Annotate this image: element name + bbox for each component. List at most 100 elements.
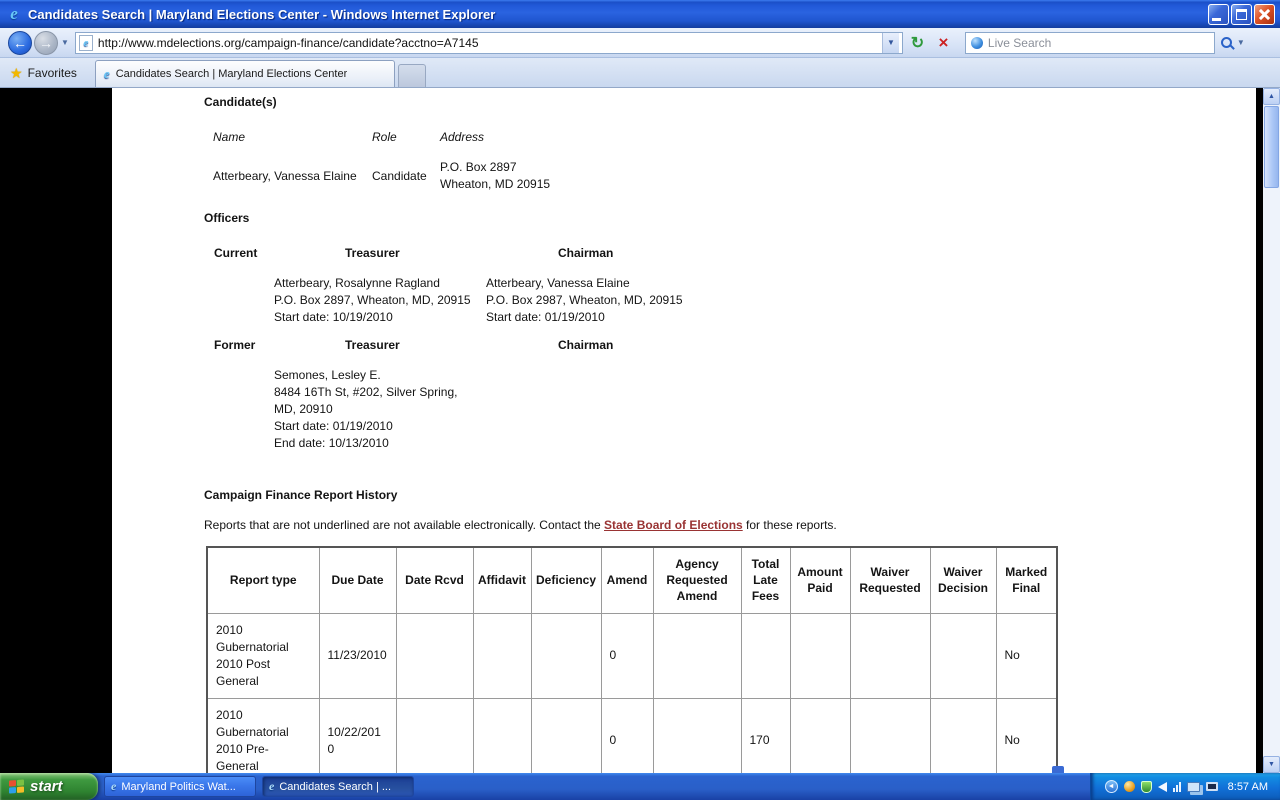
cell-deficiency (530, 612, 602, 699)
column-header-name: Name (213, 130, 246, 144)
report-history-table: Report type Due Date Date Rcvd Affidavit… (206, 546, 1058, 773)
title-bar: e Candidates Search | Maryland Elections… (0, 0, 1280, 28)
display-tray-icon[interactable] (1205, 782, 1218, 791)
chairman-label: Chairman (558, 246, 614, 260)
minimize-button[interactable] (1208, 3, 1229, 25)
former-treasurer-start-date: Start date: 01/19/2010 (274, 419, 393, 433)
candidate-address-line2: Wheaton, MD 20915 (440, 177, 551, 191)
cell-amend: 0 (600, 697, 654, 773)
col-marked-final: Marked Final (995, 546, 1058, 614)
officers-former-header-row: Former Treasurer Chairman (204, 338, 1256, 353)
minimize-icon (1212, 17, 1221, 21)
search-go-button[interactable]: ▼ (1220, 37, 1245, 48)
security-tray-icon[interactable] (1140, 780, 1152, 793)
current-treasurer-start-date: Start date: 10/19/2010 (274, 310, 393, 324)
stop-button[interactable]: × (932, 31, 955, 54)
cell-waiver-requested (849, 697, 931, 773)
system-tray: ◄ 8:57 AM (1089, 773, 1280, 800)
scrollbar-thumb[interactable] (1264, 106, 1279, 188)
tab-bar: ★ Favorites e Candidates Search | Maryla… (0, 58, 1280, 88)
search-input[interactable] (987, 33, 1209, 52)
cell-due-date: 10/22/2010 (318, 697, 397, 773)
taskbar-item-maryland-politics[interactable]: e Maryland Politics Wat... (104, 776, 256, 797)
vertical-scrollbar[interactable]: ▲ ▼ (1263, 88, 1280, 773)
cell-agency-requested-amend (652, 612, 742, 699)
col-waiver-requested: Waiver Requested (849, 546, 931, 614)
page-viewport: Candidate(s) Name Role Address Atterbear… (0, 88, 1280, 773)
officers-current-row: Atterbeary, Rosalynne Ragland P.O. Box 2… (204, 275, 1256, 326)
url-input[interactable] (97, 33, 882, 52)
maximize-button[interactable] (1231, 3, 1252, 25)
network-tray-icon[interactable] (1186, 781, 1200, 792)
tab-candidates-search[interactable]: e Candidates Search | Maryland Elections… (94, 60, 395, 87)
officers-heading: Officers (204, 211, 250, 225)
cell-report-type: 2010 Gubernatorial 2010 Post General (206, 612, 320, 699)
task-label: Maryland Politics Wat... (121, 780, 236, 793)
tab-favicon: e (103, 66, 110, 81)
address-dropdown-button[interactable]: ▼ (881, 32, 899, 53)
report-history-note: Reports that are not underlined are not … (204, 517, 1256, 534)
scroll-down-button[interactable]: ▼ (1263, 756, 1280, 773)
favorites-star-icon: ★ (10, 64, 23, 81)
officers-current-header-row: Current Treasurer Chairman (204, 246, 1256, 261)
volume-tray-icon[interactable] (1157, 781, 1167, 792)
ie-logo-glyph: e (10, 4, 18, 23)
column-header-role: Role (372, 130, 397, 144)
start-button[interactable]: start (0, 773, 98, 800)
back-button[interactable]: ← (8, 30, 32, 55)
cell-due-date: 11/23/2010 (318, 612, 397, 699)
favorites-button[interactable]: ★ Favorites (6, 60, 85, 86)
cell-total-late-fees (740, 612, 791, 699)
treasurer-label: Treasurer (345, 246, 400, 260)
current-treasurer-address: P.O. Box 2897, Wheaton, MD, 20915 (274, 293, 471, 307)
live-search-box[interactable] (964, 31, 1215, 54)
close-button[interactable] (1254, 3, 1275, 25)
former-treasurer-label: Treasurer (345, 338, 400, 352)
maximize-icon (1236, 8, 1247, 20)
col-report-type: Report type (206, 546, 320, 614)
former-treasurer-end-date: End date: 10/13/2010 (274, 436, 389, 450)
new-tab-button[interactable] (397, 64, 426, 87)
cell-agency-requested-amend (652, 697, 742, 773)
table-row: 2010 Gubernatorial 2010 Pre-General 10/2… (206, 697, 1058, 773)
signal-tray-icon[interactable] (1172, 781, 1181, 792)
former-label: Former (214, 338, 256, 352)
live-search-orb-icon (970, 36, 983, 49)
cell-marked-final: No (995, 697, 1058, 773)
candidates-heading: Candidate(s) (204, 95, 277, 109)
cell-affidavit (472, 612, 532, 699)
taskbar-item-candidates-search[interactable]: e Candidates Search | ... (262, 776, 414, 797)
col-agency-requested-amend: Agency Requested Amend (652, 546, 742, 614)
col-deficiency: Deficiency (530, 546, 602, 614)
address-bar[interactable]: e ▼ (74, 31, 903, 54)
state-board-link[interactable]: State Board of Elections (604, 518, 743, 532)
task-label: Candidates Search | ... (279, 780, 392, 793)
refresh-button[interactable]: ↻ (906, 31, 929, 54)
former-treasurer-address-line1: 8484 16Th St, #202, Silver Spring, (274, 385, 458, 399)
taskbar: start e Maryland Politics Wat... e Candi… (0, 773, 1280, 800)
ie-task-icon: e (111, 779, 117, 793)
window-title: Candidates Search | Maryland Elections C… (28, 6, 496, 22)
history-dropdown-icon[interactable]: ▼ (61, 38, 69, 47)
note-suffix: for these reports. (742, 518, 837, 532)
forward-button[interactable]: → (34, 30, 58, 55)
collapse-icon: ◄ (1107, 783, 1115, 790)
candidate-name: Atterbeary, Vanessa Elaine (213, 168, 357, 183)
browser-window: e Candidates Search | Maryland Elections… (0, 0, 1280, 800)
table-header-row: Report type Due Date Date Rcvd Affidavit… (206, 546, 1058, 614)
col-waiver-decision: Waiver Decision (929, 546, 997, 614)
hide-icons-button[interactable]: ◄ (1104, 780, 1118, 793)
start-label: start (30, 778, 63, 795)
scroll-up-button[interactable]: ▲ (1263, 88, 1280, 105)
col-date-rcvd: Date Rcvd (395, 546, 474, 614)
current-chairman-block: Atterbeary, Vanessa Elaine P.O. Box 2987… (486, 275, 1256, 326)
search-options-icon: ▼ (1236, 38, 1245, 47)
table-row: 2010 Gubernatorial 2010 Post General 11/… (206, 612, 1058, 699)
refresh-icon: ↻ (910, 34, 925, 52)
scroll-down-icon: ▼ (1268, 761, 1275, 768)
former-chairman-label: Chairman (558, 338, 614, 352)
current-chairman-start-date: Start date: 01/19/2010 (486, 310, 605, 324)
update-tray-icon[interactable] (1123, 781, 1135, 792)
ie-logo-icon: e (5, 4, 23, 23)
cell-affidavit (472, 697, 532, 773)
